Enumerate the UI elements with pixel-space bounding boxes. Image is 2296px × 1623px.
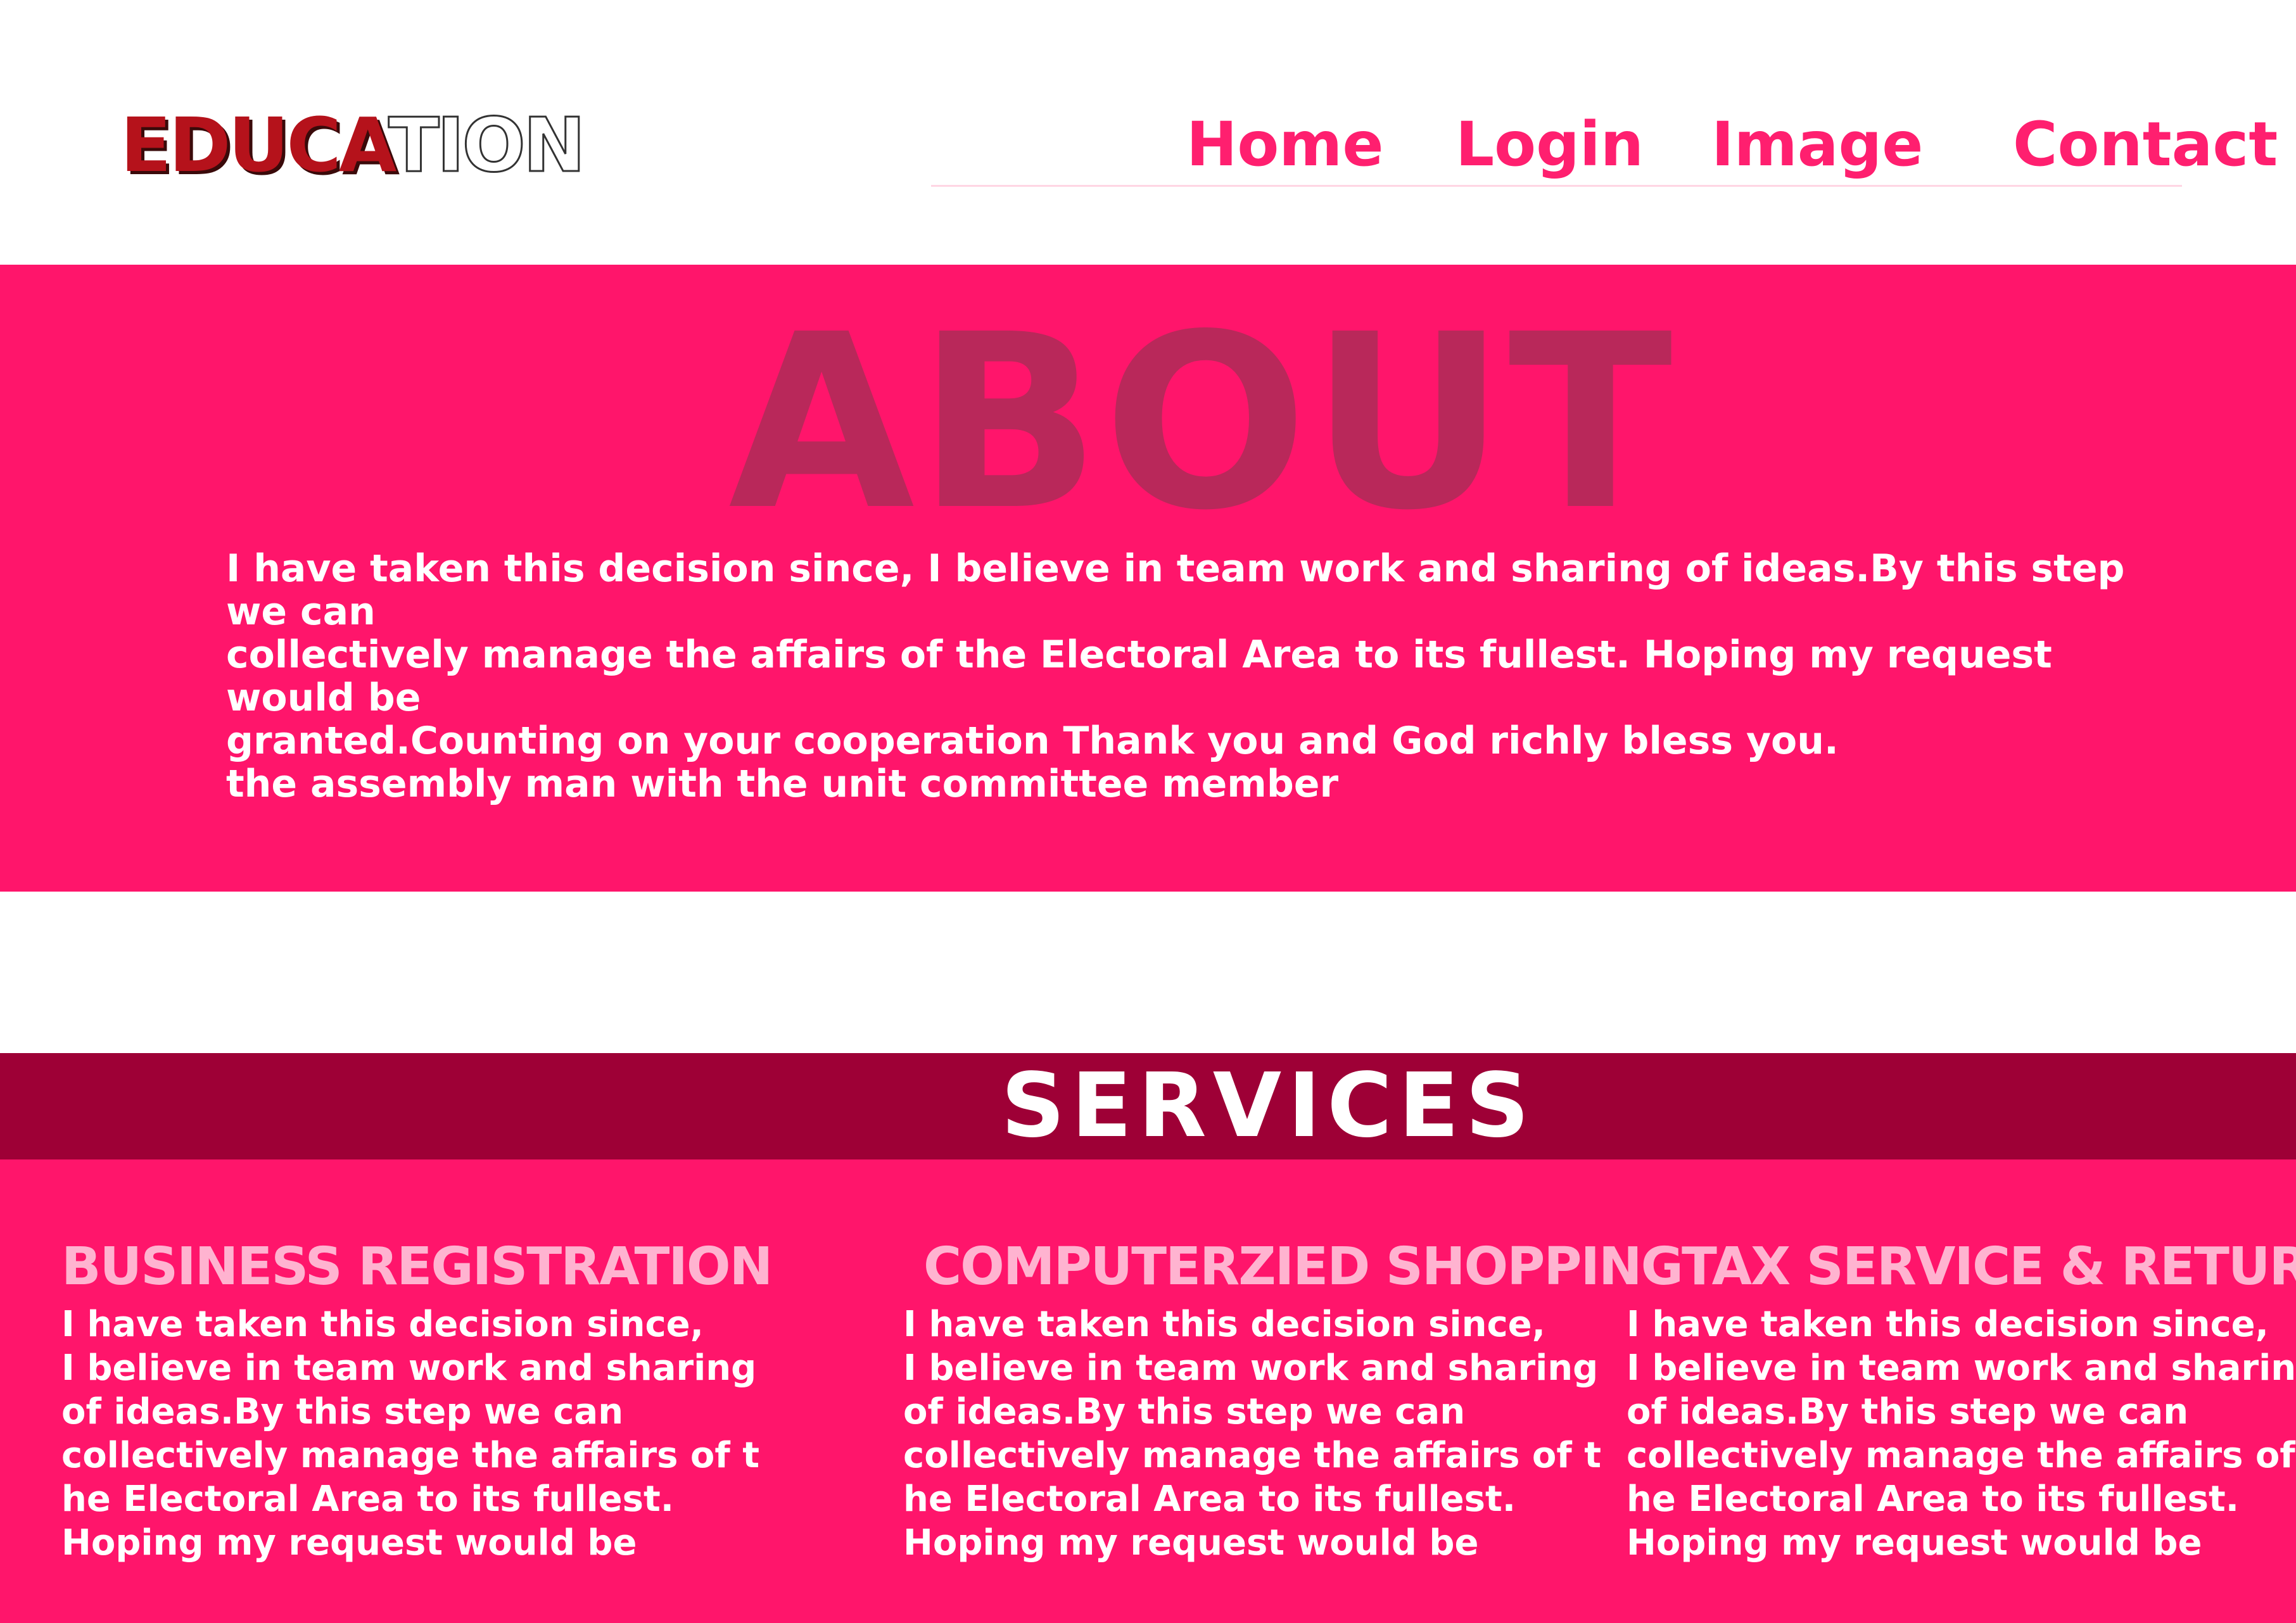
service-line: Hoping my request would be — [1627, 1522, 2202, 1563]
service-description: I have taken this decision since, I beli… — [903, 1303, 1602, 1565]
services-banner: SERVICES — [0, 1053, 2296, 1159]
service-line: he Electoral Area to its fullest. — [1627, 1479, 2240, 1520]
about-line: the assembly man with the unit committee… — [226, 762, 1339, 806]
service-line: I believe in team work and sharing — [903, 1348, 1599, 1389]
nav-home[interactable]: Home — [1186, 106, 1383, 182]
service-line: Hoping my request would be — [61, 1522, 637, 1563]
service-line: he Electoral Area to its fullest. — [61, 1479, 675, 1520]
service-line: collectively manage the affairs of t — [61, 1435, 760, 1476]
about-line: collectively manage the affairs of the E… — [226, 633, 2052, 720]
site-header: EDUCATION Home Login Image Contact — [0, 0, 2296, 265]
service-line: collectively manage the affairs of t — [903, 1435, 1602, 1476]
nav-image[interactable]: Image — [1711, 106, 1923, 182]
services-title: SERVICES — [1001, 1054, 1536, 1158]
service-line: I have taken this decision since, — [61, 1304, 704, 1345]
about-line: granted.Counting on your cooperation Tha… — [226, 719, 1839, 763]
service-line: I have taken this decision since, — [903, 1304, 1545, 1345]
about-title: ABOUT — [728, 282, 1675, 563]
service-line: of ideas.By this step we can — [61, 1391, 624, 1432]
service-heading: BUSINESS REGISTRATION — [61, 1237, 773, 1297]
service-heading: COMPUTERZIED SHOPPING — [923, 1237, 1684, 1297]
nav-login[interactable]: Login — [1456, 106, 1644, 182]
services-section: BUSINESS REGISTRATION I have taken this … — [0, 1159, 2296, 1623]
service-heading: TAX SERVICE & RETURNS — [1682, 1237, 2296, 1297]
service-description: I have taken this decision since, I beli… — [61, 1303, 760, 1565]
nav-divider — [931, 185, 2182, 187]
about-section: ABOUT I have taken this decision since, … — [0, 265, 2296, 892]
about-text: I have taken this decision since, I beli… — [226, 547, 2158, 805]
service-line: I believe in team work and sharing — [61, 1348, 757, 1389]
about-line: I have taken this decision since, I beli… — [226, 546, 2125, 634]
service-line: Hoping my request would be — [903, 1522, 1479, 1563]
service-line: of ideas.By this step we can — [1627, 1391, 2189, 1432]
service-line: I have taken this decision since, — [1627, 1304, 2269, 1345]
service-description: I have taken this decision since, I beli… — [1627, 1303, 2296, 1565]
service-line: collectively manage the affairs of t — [1627, 1435, 2296, 1476]
main-nav: Home Login Image Contact — [0, 106, 2296, 189]
nav-contact[interactable]: Contact — [2013, 106, 2278, 182]
service-card-business-registration: BUSINESS REGISTRATION I have taken this … — [61, 1235, 773, 1565]
service-line: I believe in team work and sharing — [1627, 1348, 2296, 1389]
service-card-computerized-shopping: COMPUTERZIED SHOPPING I have taken this … — [903, 1235, 1684, 1565]
service-card-tax-service: TAX SERVICE & RETURNS I have taken this … — [1627, 1235, 2296, 1565]
service-line: of ideas.By this step we can — [903, 1391, 1466, 1432]
service-line: he Electoral Area to its fullest. — [903, 1479, 1516, 1520]
